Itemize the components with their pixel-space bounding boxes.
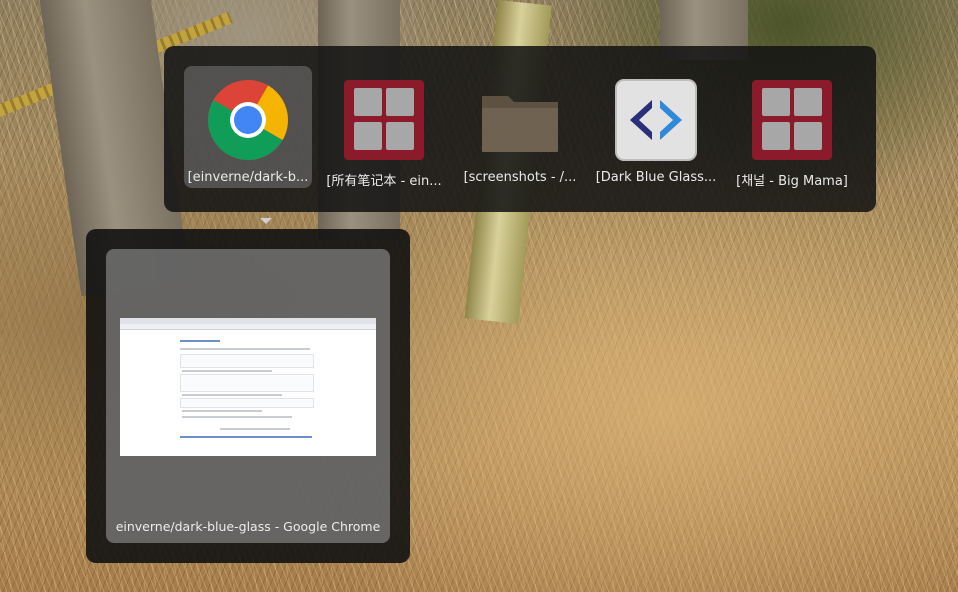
thumbnail-line xyxy=(182,410,262,412)
switcher-item-dark-blue-glass[interactable]: [Dark Blue Glass... xyxy=(592,66,720,188)
thumbnail-line xyxy=(180,348,310,350)
window-preview-popup: einverne/dark-blue-glass - Google Chrome xyxy=(86,229,410,563)
grid-app-icon xyxy=(344,80,424,160)
switcher-item-chrome[interactable]: [einverne/dark-b... xyxy=(184,66,312,224)
thumbnail-line xyxy=(220,428,290,430)
switcher-item-screenshots[interactable]: [screenshots - /... xyxy=(456,66,584,188)
code-editor-icon xyxy=(615,79,697,161)
switcher-item-big-mama[interactable]: [채널 - Big Mama] xyxy=(728,66,856,189)
thumbnail-block xyxy=(180,374,314,392)
thumbnail-addressbar xyxy=(120,324,376,330)
thumbnail-line xyxy=(182,416,292,418)
chrome-icon xyxy=(208,80,288,160)
grid-app-icon xyxy=(752,80,832,160)
thumbnail-line xyxy=(182,370,272,372)
switcher-item-label: [Dark Blue Glass... xyxy=(595,170,717,185)
thumbnail-line xyxy=(182,394,282,396)
window-thumbnail xyxy=(120,318,376,456)
switcher-item-label: [screenshots - /... xyxy=(463,170,577,185)
thumbnail-line xyxy=(180,436,312,438)
folder-icon xyxy=(482,96,558,152)
switcher-item-label: [einverne/dark-b... xyxy=(187,170,309,185)
app-switcher: [einverne/dark-b... [所有笔记本 - ein... [scr… xyxy=(164,46,876,224)
thumbnail-block xyxy=(180,354,314,368)
thumbnail-line xyxy=(180,340,220,342)
switcher-item-label: [所有笔记本 - ein... xyxy=(326,174,442,189)
preview-window-title: einverne/dark-blue-glass - Google Chrome xyxy=(115,519,381,534)
window-preview-card[interactable]: einverne/dark-blue-glass - Google Chrome xyxy=(106,249,390,543)
thumbnail-block xyxy=(180,398,314,408)
switcher-item-notebooks[interactable]: [所有笔记本 - ein... xyxy=(320,66,448,189)
switcher-item-label: [채널 - Big Mama] xyxy=(736,174,848,189)
selected-indicator-icon xyxy=(260,218,272,224)
